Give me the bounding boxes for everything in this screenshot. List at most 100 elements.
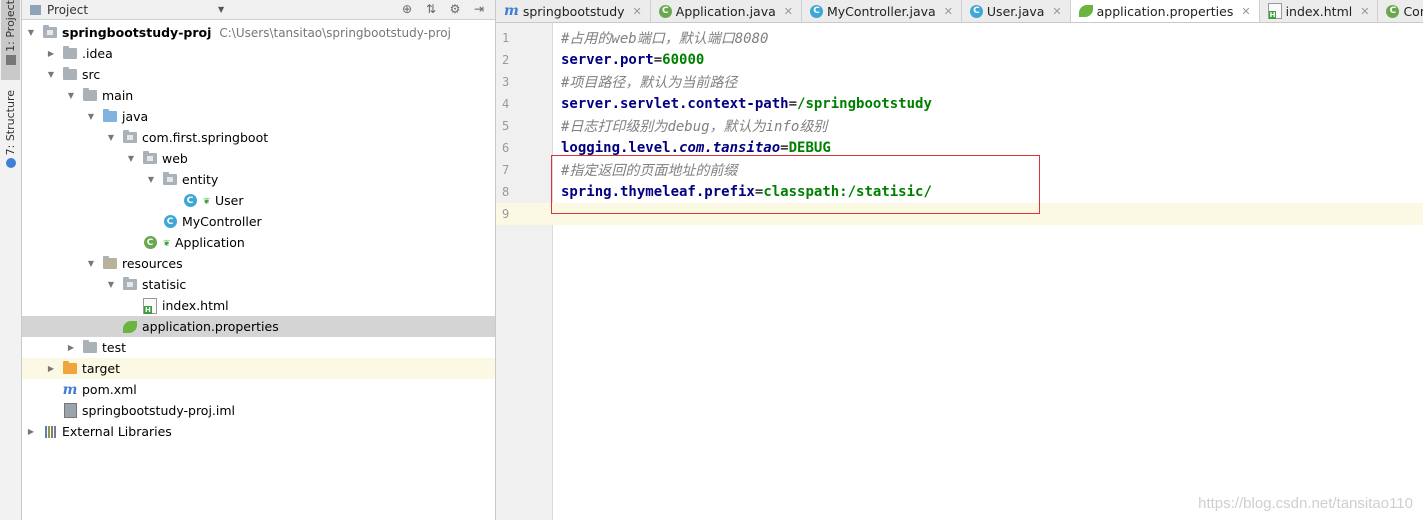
tree-item-label: statisic — [142, 277, 187, 292]
editor-tab[interactable]: C Application.java ✕ — [650, 0, 802, 22]
line-number: 2 — [502, 53, 510, 67]
tree-item-label: External Libraries — [62, 424, 172, 439]
tree-item[interactable]: ▼ src — [22, 64, 495, 85]
editor-tab-label: springbootstudy — [522, 3, 625, 19]
line-number: 3 — [502, 75, 510, 89]
close-icon[interactable]: ✕ — [944, 5, 953, 18]
line-number: 4 — [502, 97, 510, 111]
code-token: web — [611, 31, 637, 47]
code-line[interactable]: 4 server.servlet.context-path=/springboot… — [496, 93, 1423, 115]
project-tool-tab[interactable]: 1: Project — [1, 0, 20, 80]
watermark: https://blog.csdn.net/tansitao110 — [1198, 495, 1413, 512]
editor-tab[interactable]: CConfigFileAp — [1378, 0, 1423, 22]
tree-item-label: application.properties — [142, 319, 279, 334]
tree-item[interactable]: ▼ resources — [22, 253, 495, 274]
editor-tab[interactable]: index.html ✕ — [1259, 0, 1379, 22]
code-line[interactable]: 5 #日志打印级别为debug，默认为info级别 — [496, 115, 1423, 137]
tree-item[interactable]: C ❦ Application — [22, 232, 495, 253]
code-token: /springbootstudy — [797, 96, 932, 112]
expand-down-icon[interactable]: ▼ — [106, 280, 116, 290]
code-token: 端口，默认端口 — [636, 31, 735, 47]
code-line[interactable]: 1 #占用的web端口，默认端口8080 — [496, 27, 1423, 49]
editor-tab[interactable]: application.properties ✕ — [1070, 0, 1260, 22]
expand-down-icon[interactable]: ▼ — [66, 91, 76, 101]
code-text: logging.level.com.tansitao=DEBUG — [561, 140, 831, 156]
editor-tab[interactable]: m springbootstudy ✕ — [496, 0, 651, 22]
hide-panel-icon[interactable]: ⇥ — [471, 1, 487, 17]
close-icon[interactable]: ✕ — [1052, 5, 1061, 18]
expand-down-icon[interactable]: ▼ — [146, 175, 156, 185]
expand-down-icon[interactable]: ▼ — [46, 70, 56, 80]
tree-item[interactable]: index.html — [22, 295, 495, 316]
app-class-icon: C — [1386, 4, 1400, 18]
close-icon[interactable]: ✕ — [1360, 5, 1369, 18]
gear-icon[interactable]: ⚙ — [447, 1, 463, 17]
tree-item[interactable]: ▼ web — [22, 148, 495, 169]
package-icon — [123, 277, 137, 290]
tree-item-label: .idea — [82, 46, 113, 61]
project-panel: Project ▼ ⊕ ⇅ ⚙ ⇥ ▼ springbootstudy-proj C… — [22, 0, 496, 520]
collapse-right-icon[interactable]: ▶ — [46, 364, 56, 374]
code-token: = — [788, 96, 798, 112]
code-token: #占用的 — [561, 31, 612, 47]
collapse-all-icon[interactable]: ⇅ — [423, 1, 439, 17]
tree-item[interactable]: ▼ com.first.springboot — [22, 127, 495, 148]
line-number: 9 — [502, 207, 510, 221]
close-icon[interactable]: ✕ — [1241, 5, 1250, 18]
locate-icon[interactable]: ⊕ — [399, 1, 415, 17]
tree-item-label: index.html — [162, 298, 229, 313]
maven-icon: m — [504, 3, 519, 19]
line-number: 1 — [502, 31, 510, 45]
close-icon[interactable]: ✕ — [633, 5, 642, 18]
tree-item-label: java — [122, 109, 149, 124]
tree-item[interactable]: ▼ java — [22, 106, 495, 127]
chevron-down-icon[interactable]: ▼ — [218, 5, 224, 14]
no-arrow — [106, 322, 116, 332]
tree-item-label: main — [102, 88, 134, 103]
code-token: com.tansitao — [679, 140, 781, 156]
tree-item[interactable]: ▶ External Libraries — [22, 421, 495, 442]
folder-icon — [83, 88, 97, 101]
collapse-right-icon[interactable]: ▶ — [46, 49, 56, 59]
code-editor[interactable]: 1 #占用的web端口，默认端口8080 2 server.port=60000 3 #项… — [496, 23, 1423, 520]
expand-down-icon[interactable]: ▼ — [26, 28, 36, 38]
package-icon — [123, 130, 137, 143]
spring-properties-icon — [1078, 5, 1093, 17]
tree-item[interactable]: ▶ target — [22, 358, 495, 379]
tree-item[interactable]: ▶ .idea — [22, 43, 495, 64]
expand-down-icon[interactable]: ▼ — [86, 112, 96, 122]
leaf-icon: ❦ — [163, 238, 171, 249]
expand-down-icon[interactable]: ▼ — [106, 133, 116, 143]
editor-tab-label: User.java — [986, 3, 1045, 19]
project-view-selector[interactable]: Project — [47, 3, 88, 17]
structure-tool-tab-label: 7: Structure — [4, 90, 17, 156]
tree-item[interactable]: springbootstudy-proj.iml — [22, 400, 495, 421]
tree-item[interactable]: application.properties — [22, 316, 495, 337]
tree-item[interactable]: m pom.xml — [22, 379, 495, 400]
editor-tab[interactable]: C MyController.java ✕ — [802, 0, 962, 22]
editor-tab-label: MyController.java — [827, 3, 936, 19]
tree-item[interactable]: ▼ springbootstudy-proj C:\Users\tansitao\s… — [22, 22, 495, 43]
tree-item-label: springbootstudy-proj — [62, 25, 212, 40]
structure-tool-tab[interactable]: 7: Structure — [1, 90, 20, 172]
tree-item[interactable]: ▼ statisic — [22, 274, 495, 295]
collapse-right-icon[interactable]: ▶ — [66, 343, 76, 353]
tree-item-label: MyController — [182, 214, 262, 229]
expand-down-icon[interactable]: ▼ — [86, 259, 96, 269]
close-icon[interactable]: ✕ — [784, 5, 793, 18]
code-line[interactable]: 3 #项目路径，默认为当前路径 — [496, 71, 1423, 93]
editor-tab[interactable]: C User.java ✕ — [961, 0, 1071, 22]
expand-down-icon[interactable]: ▼ — [126, 154, 136, 164]
code-line[interactable]: 2 server.port=60000 — [496, 49, 1423, 71]
app-class-icon: C — [143, 236, 157, 249]
tree-item[interactable]: C ❦ User — [22, 190, 495, 211]
tree-item[interactable]: ▼ main — [22, 85, 495, 106]
class-icon: C — [163, 215, 177, 228]
project-panel-header[interactable]: Project ▼ ⊕ ⇅ ⚙ ⇥ — [22, 0, 495, 20]
tree-item[interactable]: ▶ test — [22, 337, 495, 358]
tree-item[interactable]: ▼ entity — [22, 169, 495, 190]
tool-window-strip: 1: Project 7: Structure — [0, 0, 22, 520]
collapse-right-icon[interactable]: ▶ — [26, 427, 36, 437]
tree-item[interactable]: C MyController — [22, 211, 495, 232]
no-arrow — [126, 238, 136, 248]
